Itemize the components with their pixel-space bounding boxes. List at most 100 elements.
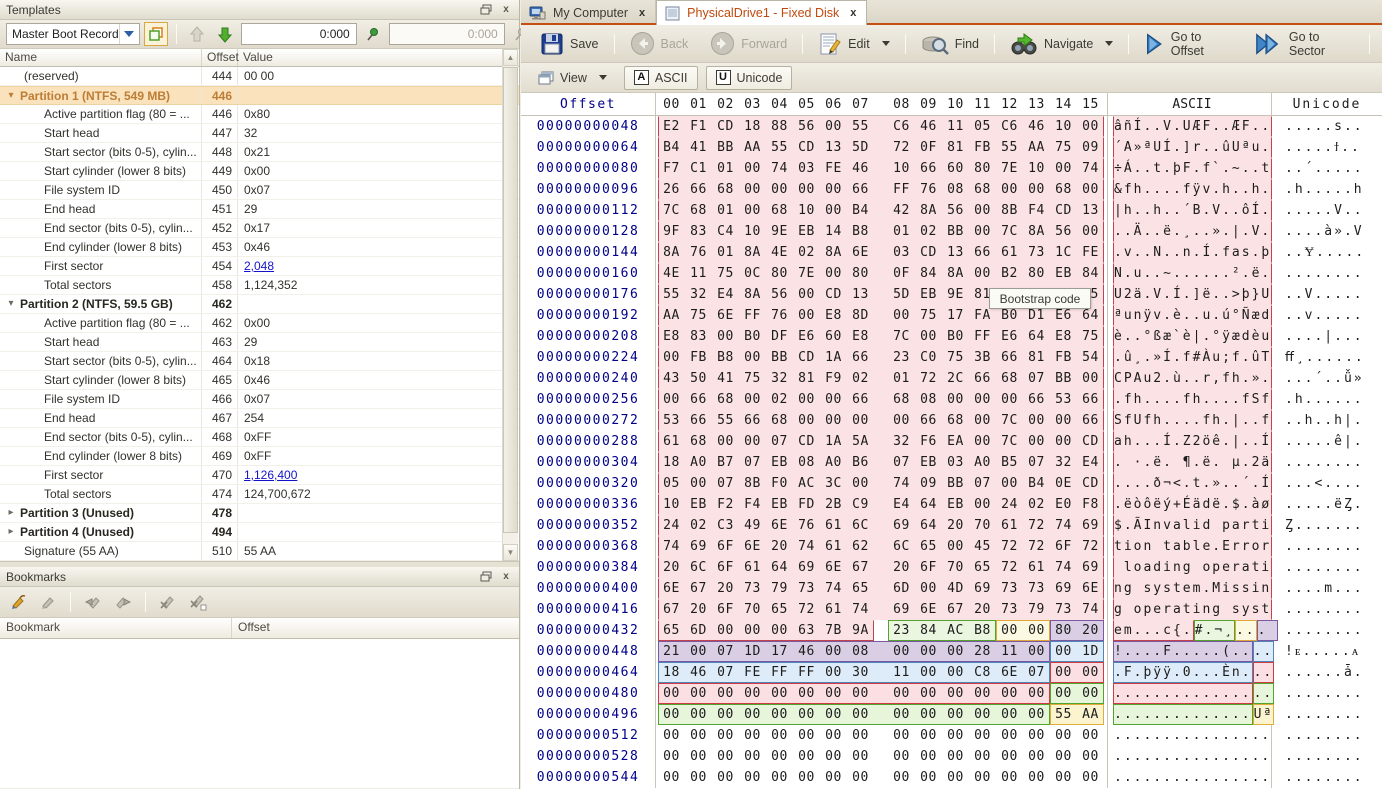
float-panel-icon[interactable] — [479, 571, 493, 583]
hex-byte[interactable]: 11 — [888, 662, 915, 683]
hex-row[interactable]: 000000000962666680000000066FF76086800006… — [521, 179, 1382, 200]
hex-byte[interactable]: 07 — [969, 473, 996, 494]
ascii-text[interactable]: .v..N..n.Í.fas.þ — [1107, 242, 1271, 263]
hex-byte[interactable]: 00 — [942, 746, 969, 767]
hex-byte[interactable]: 6D — [888, 578, 915, 599]
hex-byte[interactable]: 6F — [712, 536, 739, 557]
hex-byte[interactable]: 00 — [739, 767, 766, 788]
hex-byte[interactable]: 13 — [847, 284, 874, 305]
hex-byte[interactable]: 84 — [1077, 263, 1104, 284]
hex-byte[interactable]: 00 — [942, 704, 969, 725]
hex-byte[interactable]: 46 — [847, 158, 874, 179]
hex-byte[interactable]: EA — [942, 431, 969, 452]
hex-byte[interactable]: 00 — [969, 683, 996, 704]
hex-byte[interactable]: 68 — [685, 200, 712, 221]
hex-byte[interactable]: 00 — [1077, 746, 1104, 767]
hex-row[interactable]: 000000001604E11750C807E00800F848A00B280E… — [521, 263, 1382, 284]
ascii-text[interactable]: ´A»ªUÍ.]r..ûUªu. — [1107, 137, 1271, 158]
hex-byte[interactable]: F9 — [820, 368, 847, 389]
template-row[interactable]: Start head46329 — [0, 333, 519, 352]
hex-byte[interactable]: FF — [766, 662, 793, 683]
hex-byte[interactable]: 46 — [685, 662, 712, 683]
hex-byte[interactable]: 09 — [915, 473, 942, 494]
hex-byte[interactable]: 00 — [915, 767, 942, 788]
hex-bytes[interactable]: 4E11750C807E00800F848A00B280EB84 — [655, 263, 1107, 284]
unicode-text[interactable]: ....|... — [1271, 326, 1382, 347]
hex-byte[interactable]: 8A — [942, 263, 969, 284]
hex-byte[interactable]: 66 — [996, 347, 1023, 368]
template-row[interactable]: ▸Partition 3 (Unused)478 — [0, 504, 519, 523]
hex-byte[interactable]: 10 — [739, 221, 766, 242]
hex-byte[interactable]: 66 — [739, 410, 766, 431]
hex-byte[interactable]: 10 — [888, 158, 915, 179]
hex-byte[interactable]: 6C — [685, 557, 712, 578]
hex-byte[interactable]: 00 — [712, 431, 739, 452]
hex-byte[interactable]: 00 — [1023, 641, 1050, 662]
template-row[interactable]: End head467254 — [0, 409, 519, 428]
hex-byte[interactable]: 8A — [739, 284, 766, 305]
template-row[interactable]: End sector (bits 0-5), cylin...4520x17 — [0, 219, 519, 238]
hex-byte[interactable]: 00 — [1050, 158, 1077, 179]
hex-byte[interactable]: 73 — [1050, 599, 1077, 620]
next-bookmark-button[interactable] — [111, 590, 135, 614]
hex-byte[interactable]: 72 — [996, 536, 1023, 557]
hex-byte[interactable]: E6 — [793, 326, 820, 347]
hex-byte[interactable]: 09 — [1077, 137, 1104, 158]
hex-byte[interactable]: 67 — [685, 578, 712, 599]
hex-byte[interactable]: 00 — [712, 746, 739, 767]
hex-byte[interactable]: 00 — [1077, 116, 1104, 137]
ascii-text[interactable]: . ·.ë. ¶.ë. µ.2ä — [1107, 452, 1271, 473]
hex-byte[interactable]: 00 — [996, 746, 1023, 767]
hex-byte[interactable]: 00 — [915, 704, 942, 725]
hex-byte[interactable]: E8 — [658, 326, 685, 347]
hex-bytes[interactable]: 2100071D17460008000000281100001D — [655, 641, 1107, 662]
hex-byte[interactable]: 00 — [820, 641, 847, 662]
hex-row[interactable]: 00000000192AA756EFF7600E88D007517FAB0D1E… — [521, 305, 1382, 326]
hex-byte[interactable]: 55 — [847, 116, 874, 137]
ascii-text[interactable]: ................ — [1107, 725, 1271, 746]
hex-byte[interactable]: 00 — [942, 725, 969, 746]
hex-byte[interactable]: 00 — [969, 263, 996, 284]
ascii-text[interactable]: ng system.Missin — [1107, 578, 1271, 599]
hex-byte[interactable]: B7 — [712, 452, 739, 473]
hex-byte[interactable]: 05 — [658, 473, 685, 494]
chevron-down-icon[interactable] — [599, 75, 607, 80]
close-panel-icon[interactable]: x — [499, 4, 513, 16]
hex-byte[interactable]: 00 — [1050, 683, 1077, 704]
hex-byte[interactable]: 8A — [658, 242, 685, 263]
hex-bytes[interactable]: B441BBAA55CD135D720F81FB55AA7509 — [655, 137, 1107, 158]
hex-bytes[interactable]: 2666680000000066FF76086800006800 — [655, 179, 1107, 200]
edit-bookmark-button[interactable] — [36, 590, 60, 614]
toggle-ascii-button[interactable]: A ASCII — [624, 66, 698, 90]
hex-byte[interactable]: 72 — [1023, 515, 1050, 536]
hex-byte[interactable]: 68 — [712, 179, 739, 200]
hex-byte[interactable]: 1D — [739, 641, 766, 662]
hex-byte[interactable]: 17 — [942, 305, 969, 326]
hex-row[interactable]: 00000000384206C6F6164696E67206F706572617… — [521, 557, 1382, 578]
hex-byte[interactable]: 7E — [996, 158, 1023, 179]
hex-byte[interactable]: 7C — [888, 326, 915, 347]
hex-byte[interactable]: 07 — [739, 452, 766, 473]
hex-byte[interactable]: CD — [1077, 431, 1104, 452]
hex-byte[interactable]: FE — [1077, 242, 1104, 263]
ascii-text[interactable]: ....ð¬<.t.»..´.Í — [1107, 473, 1271, 494]
unicode-text[interactable]: ........ — [1271, 683, 1382, 704]
hex-byte[interactable]: F7 — [658, 158, 685, 179]
hex-byte[interactable]: 79 — [766, 578, 793, 599]
hex-byte[interactable]: 03 — [942, 452, 969, 473]
hex-byte[interactable]: 00 — [658, 704, 685, 725]
hex-byte[interactable]: 00 — [793, 725, 820, 746]
hex-byte[interactable]: 69 — [793, 557, 820, 578]
hex-byte[interactable]: 00 — [996, 767, 1023, 788]
add-bookmark-button[interactable] — [6, 590, 30, 614]
hex-byte[interactable]: 49 — [739, 515, 766, 536]
hex-byte[interactable]: B4 — [658, 137, 685, 158]
hex-row[interactable]: 000000003200500078BF0AC3C007409BB0700B40… — [521, 473, 1382, 494]
hex-byte[interactable]: 00 — [712, 704, 739, 725]
delete-bookmark-button[interactable] — [156, 590, 180, 614]
hex-byte[interactable]: 6D — [685, 620, 712, 641]
unicode-text[interactable]: !ᴇ.....ᴀ — [1271, 641, 1382, 662]
hex-byte[interactable]: 02 — [685, 515, 712, 536]
hex-byte[interactable]: 00 — [739, 158, 766, 179]
hex-byte[interactable]: 00 — [969, 725, 996, 746]
